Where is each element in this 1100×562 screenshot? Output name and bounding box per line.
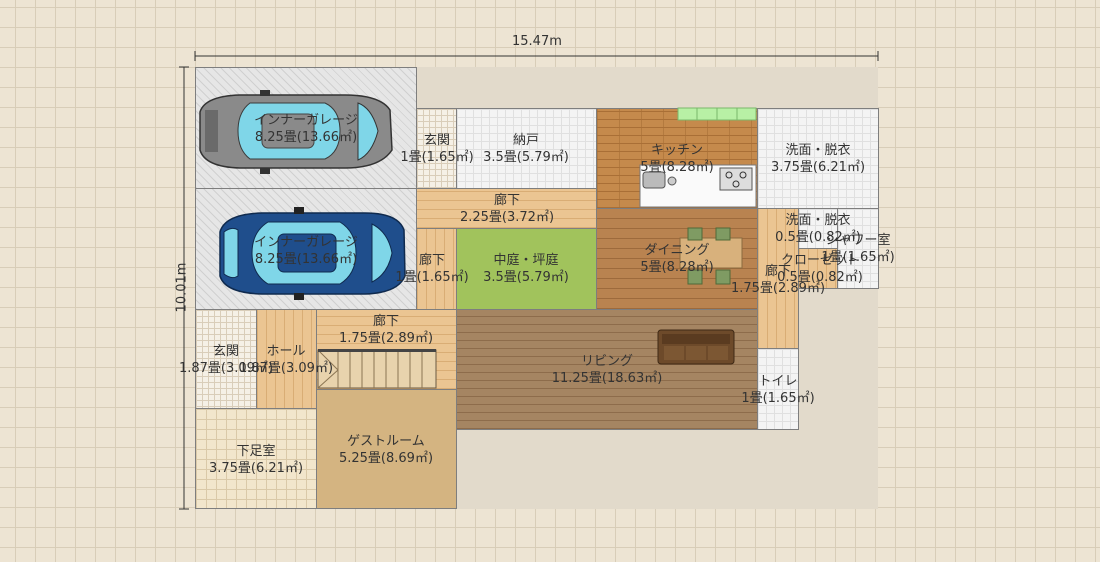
label-kitchen: キッチン 5畳(8.28㎡) xyxy=(640,143,714,175)
label-rouka-2: 廊下 1畳(1.65㎡) xyxy=(395,253,469,285)
label-genkan-1: 玄関 1畳(1.65㎡) xyxy=(400,133,474,165)
label-hall: ホール 1.87畳(3.09㎡) xyxy=(238,344,334,376)
label-geshitsu: 下足室 3.75畳(6.21㎡) xyxy=(208,444,304,476)
label-nakaniwa: 中庭・坪庭 3.5畳(5.79㎡) xyxy=(483,253,569,285)
label-guest: ゲストルーム 5.25畳(8.69㎡) xyxy=(338,434,434,466)
label-garage-2: インナーガレージ 8.25畳(13.66㎡) xyxy=(254,235,358,267)
label-rouka-4: 廊下 1.75畳(2.89㎡) xyxy=(338,314,434,346)
label-nando: 納戸 3.5畳(5.79㎡) xyxy=(483,133,569,165)
staircase[interactable] xyxy=(317,349,437,389)
label-dining: ダイニング 5畳(8.28㎡) xyxy=(640,243,714,275)
label-garage-1: インナーガレージ 8.25畳(13.66㎡) xyxy=(254,113,358,145)
label-living: リビング 11.25畳(18.63㎡) xyxy=(551,354,663,386)
label-rouka-3: 廊下 1.75畳(2.89㎡) xyxy=(730,264,826,296)
sofa[interactable] xyxy=(657,329,735,365)
kitchen-shelf xyxy=(677,107,757,121)
label-toilet: トイレ 1畳(1.65㎡) xyxy=(741,374,815,406)
label-rouka-1: 廊下 2.25畳(3.72㎡) xyxy=(459,193,555,225)
label-senmen-1: 洗面・脱衣 3.75畳(6.21㎡) xyxy=(770,143,866,175)
